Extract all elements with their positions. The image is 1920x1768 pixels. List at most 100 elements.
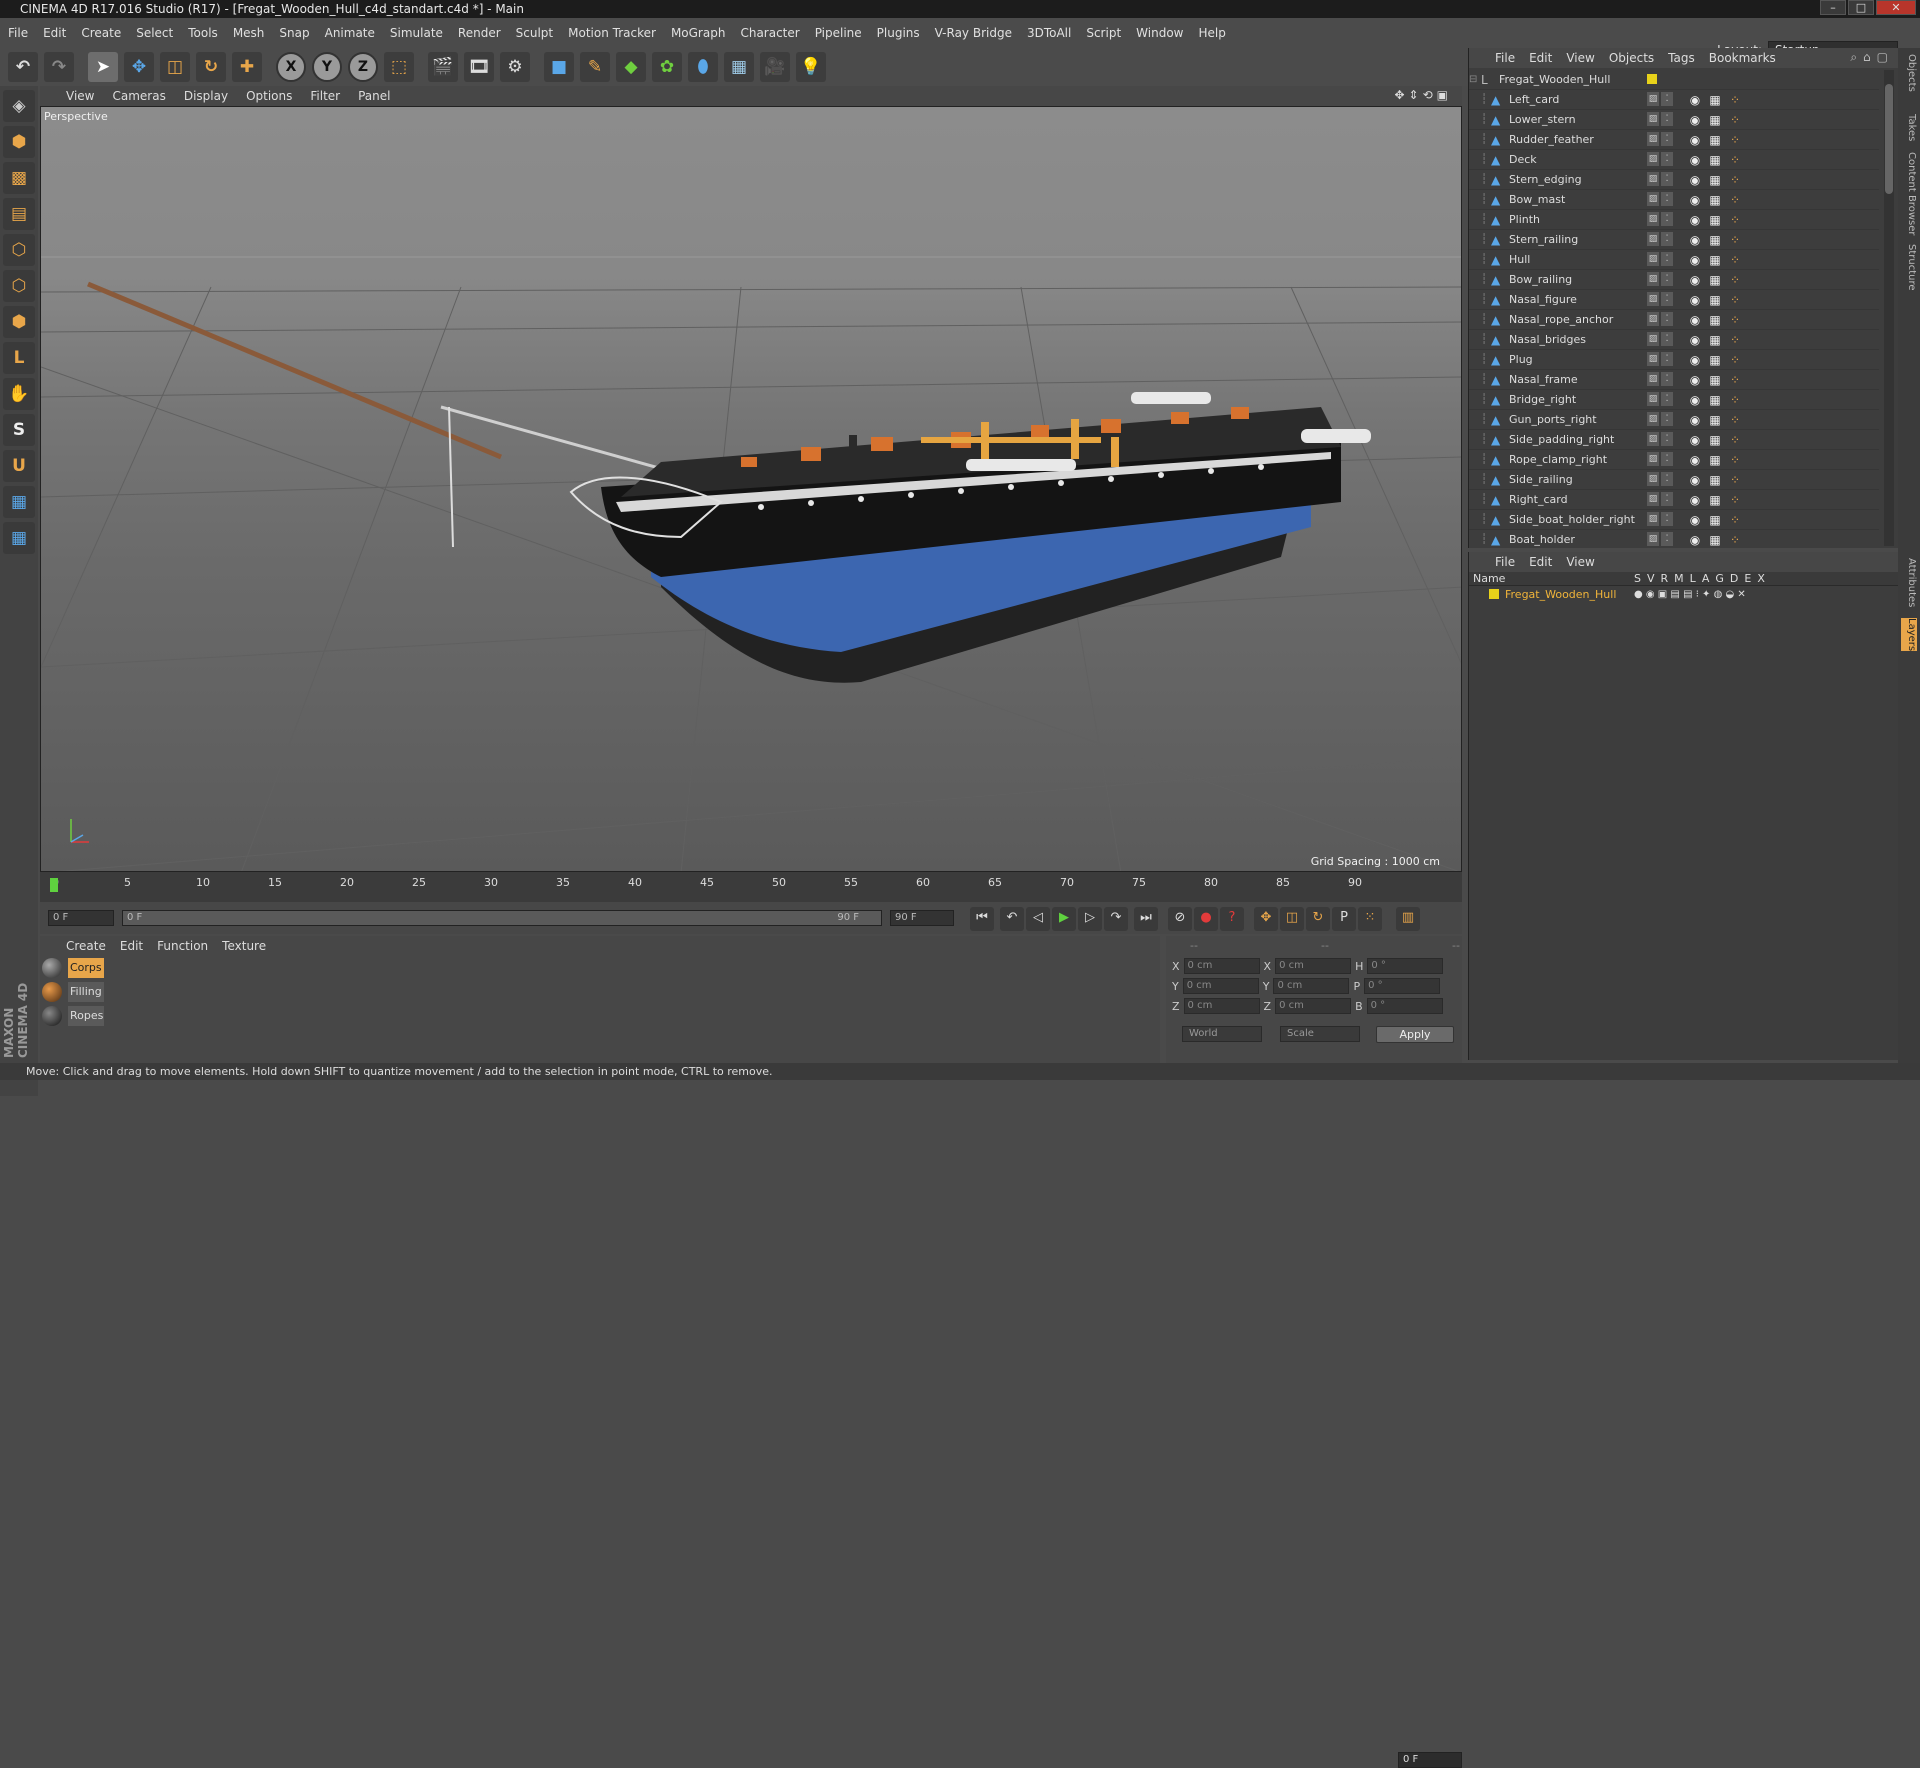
scrollbar-thumb[interactable] [1885, 84, 1893, 194]
selection-tag-icon[interactable]: ⁘ [1727, 312, 1743, 328]
visibility-dots-icon[interactable]: ⁚ [1661, 192, 1673, 206]
position-y-field[interactable]: 0 cm [1182, 978, 1259, 994]
record-icon[interactable]: ● [1194, 907, 1218, 931]
selection-tag-icon[interactable]: ⁘ [1727, 392, 1743, 408]
texture-tag-icon[interactable]: ▦ [1707, 392, 1723, 408]
selection-tag-icon[interactable]: ⁘ [1727, 92, 1743, 108]
object-root-row[interactable]: ⊟ L Fregat_Wooden_Hull [1469, 70, 1879, 90]
column-deformers[interactable]: D [1730, 572, 1738, 585]
selection-tag-icon[interactable]: ⁘ [1727, 432, 1743, 448]
maximize-button[interactable]: □ [1848, 0, 1874, 15]
selection-tag-icon[interactable]: ⁘ [1727, 292, 1743, 308]
visibility-dots-icon[interactable]: ⁚ [1661, 212, 1673, 226]
visibility-flags[interactable]: ▨ ⁚ [1647, 192, 1673, 206]
visibility-flags[interactable]: ▨ ⁚ [1647, 512, 1673, 526]
visibility-flags[interactable]: ▨ ⁚ [1647, 532, 1673, 546]
texture-tag-icon[interactable]: ▦ [1707, 532, 1723, 546]
3d-viewport[interactable] [40, 106, 1462, 872]
object-row[interactable]: ┆ ▲ Lower_stern ▨ ⁚ ◉ ▦ ⁘ [1469, 110, 1879, 130]
material-tag-icon[interactable]: ◉ [1687, 132, 1703, 148]
key-scale-icon[interactable]: ◫ [1280, 907, 1304, 931]
timeline-layout-icon[interactable]: ▥ [1396, 907, 1420, 931]
layer-flag[interactable]: ▨ [1647, 232, 1659, 246]
viewport-menu-panel[interactable]: Panel [358, 89, 390, 103]
coordinate-space-dropdown[interactable]: World [1182, 1026, 1262, 1042]
object-row[interactable]: ┆ ▲ Bow_railing ▨ ⁚ ◉ ▦ ⁘ [1469, 270, 1879, 290]
camera-icon[interactable]: 🎥 [760, 52, 790, 82]
end-frame-field[interactable]: 90 F [890, 910, 954, 926]
visibility-flags[interactable]: ▨ ⁚ [1647, 492, 1673, 506]
object-row[interactable]: ┆ ▲ Left_card ▨ ⁚ ◉ ▦ ⁘ [1469, 90, 1879, 110]
play-icon[interactable]: ▶ [1052, 907, 1076, 931]
visibility-flags[interactable]: ▨ ⁚ [1647, 252, 1673, 266]
layer-flag[interactable]: ▨ [1647, 332, 1659, 346]
viewport-menu-cameras[interactable]: Cameras [112, 89, 165, 103]
axis-mode-icon[interactable]: L [3, 342, 35, 374]
object-row[interactable]: ┆ ▲ Right_card ▨ ⁚ ◉ ▦ ⁘ [1469, 490, 1879, 510]
selection-tag-icon[interactable]: ⁘ [1727, 412, 1743, 428]
viewport-nav-icons[interactable]: ✥⇕⟲▣ [1394, 88, 1452, 102]
selection-tag-icon[interactable]: ⁘ [1727, 132, 1743, 148]
texture-tag-icon[interactable]: ▦ [1707, 332, 1723, 348]
layer-flag[interactable]: ▨ [1647, 412, 1659, 426]
object-row[interactable]: ┆ ▲ Side_railing ▨ ⁚ ◉ ▦ ⁘ [1469, 470, 1879, 490]
texture-tag-icon[interactable]: ▦ [1707, 172, 1723, 188]
selection-tag-icon[interactable]: ⁘ [1727, 512, 1743, 528]
visibility-dots-icon[interactable]: ⁚ [1661, 352, 1673, 366]
selection-tag-icon[interactable]: ⁘ [1727, 212, 1743, 228]
material-tag-icon[interactable]: ◉ [1687, 412, 1703, 428]
menu-3dtoall[interactable]: 3DToAll [1027, 26, 1071, 40]
material-tag-icon[interactable]: ◉ [1687, 312, 1703, 328]
layers-menu-file[interactable]: File [1495, 555, 1515, 569]
visibility-flags[interactable]: ▨ ⁚ [1647, 92, 1673, 106]
menu-vray-bridge[interactable]: V-Ray Bridge [935, 26, 1012, 40]
material-tag-icon[interactable]: ◉ [1687, 252, 1703, 268]
subdivision-icon[interactable]: ◆ [616, 52, 646, 82]
visibility-dots-icon[interactable]: ⁚ [1661, 392, 1673, 406]
object-row[interactable]: ┆ ▲ Side_boat_holder_right ▨ ⁚ ◉ ▦ ⁘ [1469, 510, 1879, 530]
transform-icon[interactable]: ✚ [232, 52, 262, 82]
minimize-button[interactable]: – [1820, 0, 1846, 15]
tab-content-browser[interactable]: Content Browser [1901, 152, 1917, 235]
texture-tag-icon[interactable]: ▦ [1707, 152, 1723, 168]
position-x-field[interactable]: 0 cm [1183, 958, 1260, 974]
layer-row[interactable]: Fregat_Wooden_Hull ● ◉ ▣ ▤ ▤ ⁝ ✦ ◍ ◒ ✕ [1469, 586, 1898, 602]
material-tag-icon[interactable]: ◉ [1687, 472, 1703, 488]
visibility-flags[interactable]: ▨ ⁚ [1647, 152, 1673, 166]
object-row[interactable]: ┆ ▲ Nasal_bridges ▨ ⁚ ◉ ▦ ⁘ [1469, 330, 1879, 350]
layer-flag[interactable]: ▨ [1647, 532, 1659, 546]
column-locked[interactable]: L [1690, 572, 1696, 585]
material-tag-icon[interactable]: ◉ [1687, 372, 1703, 388]
points-mode-icon[interactable]: ⬡ [3, 234, 35, 266]
material-tag-icon[interactable]: ◉ [1687, 512, 1703, 528]
close-button[interactable]: ✕ [1876, 0, 1916, 15]
menu-window[interactable]: Window [1136, 26, 1183, 40]
selection-tag-icon[interactable]: ⁘ [1727, 352, 1743, 368]
menu-mograph[interactable]: MoGraph [671, 26, 726, 40]
cube-primitive-icon[interactable]: ■ [544, 52, 574, 82]
snap-icon[interactable]: S [3, 414, 35, 446]
layer-flag[interactable]: ▨ [1647, 272, 1659, 286]
visibility-dots-icon[interactable]: ⁚ [1661, 412, 1673, 426]
material-tag-icon[interactable]: ◉ [1687, 192, 1703, 208]
material-tag-icon[interactable]: ◉ [1687, 152, 1703, 168]
key-parameter-icon[interactable]: P [1332, 907, 1356, 931]
visibility-flags[interactable]: ▨ ⁚ [1647, 412, 1673, 426]
move-icon[interactable]: ✥ [124, 52, 154, 82]
layer-flag[interactable]: ▨ [1647, 292, 1659, 306]
layer-flag[interactable]: ▨ [1647, 432, 1659, 446]
objects-menu-objects[interactable]: Objects [1609, 51, 1654, 65]
layer-flag[interactable]: ▨ [1647, 352, 1659, 366]
model-mode-icon[interactable]: ⬢ [3, 126, 35, 158]
size-z-field[interactable]: 0 cm [1275, 998, 1352, 1014]
material-item[interactable]: Filling [42, 980, 1160, 1004]
menu-sculpt[interactable]: Sculpt [516, 26, 553, 40]
layer-flag[interactable]: ▨ [1647, 512, 1659, 526]
visibility-flags[interactable]: ▨ ⁚ [1647, 432, 1673, 446]
layer-flag[interactable]: ▨ [1647, 452, 1659, 466]
selection-tag-icon[interactable]: ⁘ [1727, 152, 1743, 168]
previous-frame-icon[interactable]: ◁ [1026, 907, 1050, 931]
scale-mode-dropdown[interactable]: Scale [1280, 1026, 1360, 1042]
texture-tag-icon[interactable]: ▦ [1707, 472, 1723, 488]
layer-flag[interactable]: ▨ [1647, 392, 1659, 406]
